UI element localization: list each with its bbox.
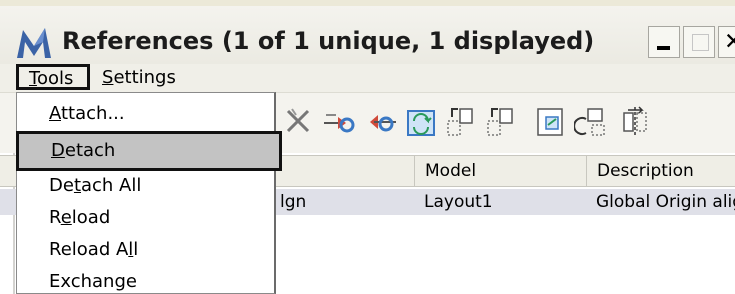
- menu-item-detach-all[interactable]: Detach All: [17, 169, 275, 203]
- menu-item-exchange[interactable]: Exchange: [17, 265, 275, 294]
- menu-item-attach-mnemonic: A: [49, 103, 61, 124]
- copy-reference-icon[interactable]: [484, 105, 518, 139]
- menu-item-attach[interactable]: Attach...: [17, 97, 275, 131]
- menu-item-reload-mnemonic: e: [60, 207, 72, 228]
- menu-item-detach-all-label: ach All: [81, 175, 142, 196]
- minimize-button[interactable]: [648, 26, 680, 58]
- menu-item-reload[interactable]: Reload: [17, 201, 275, 235]
- menu-settings-label: ettings: [113, 67, 176, 88]
- detach-x-icon[interactable]: [282, 105, 316, 139]
- menu-item-reload-all-pre: Reload A: [49, 239, 129, 260]
- menu-item-reload-pre: R: [49, 207, 61, 228]
- minimize-icon: [657, 46, 670, 50]
- menu-tools-mnemonic: T: [29, 68, 37, 89]
- cell-file-name: lgn: [280, 192, 307, 212]
- maximize-icon: [692, 34, 709, 51]
- mirror-reference-icon[interactable]: [618, 105, 652, 139]
- menu-tools[interactable]: Tools: [16, 64, 90, 90]
- column-header-model[interactable]: Model: [414, 156, 586, 186]
- eye-link-icon[interactable]: [322, 105, 356, 139]
- move-reference-icon[interactable]: [444, 105, 478, 139]
- column-header-description[interactable]: Description: [586, 156, 735, 186]
- cell-model: Layout1: [424, 192, 493, 212]
- menu-item-attach-label: ttach...: [61, 103, 125, 124]
- menu-tools-label: ools: [36, 68, 74, 89]
- menu-settings[interactable]: Settings: [102, 66, 176, 90]
- rotate-small-icon[interactable]: [574, 105, 608, 139]
- maximize-button[interactable]: [683, 26, 715, 58]
- menu-item-reload-all-label: l: [133, 239, 139, 260]
- menu-item-detach-label: etach: [64, 140, 116, 161]
- menu-item-detach-mnemonic: D: [51, 140, 65, 161]
- close-button[interactable]: ✕: [718, 26, 735, 58]
- eye-link-left-icon[interactable]: [364, 105, 398, 139]
- rotate-reference-icon[interactable]: [404, 105, 438, 139]
- menu-settings-mnemonic: S: [102, 67, 114, 88]
- title-bar[interactable]: References (1 of 1 unique, 1 displayed) …: [0, 6, 735, 64]
- microstation-app-icon: [17, 28, 51, 58]
- menu-bar: Tools Settings: [0, 64, 735, 93]
- menu-item-detach[interactable]: Detach: [16, 131, 282, 171]
- menu-item-exchange-label: Exchange: [49, 271, 137, 292]
- scale-reference-icon[interactable]: [534, 105, 568, 139]
- menu-item-detach-all-pre: De: [49, 175, 74, 196]
- references-window: References (1 of 1 unique, 1 displayed) …: [0, 0, 735, 294]
- menu-item-reload-label: load: [71, 207, 111, 228]
- tools-menu-dropdown: Attach... Detach Detach All Reload Reloa…: [16, 92, 282, 294]
- window-title: References (1 of 1 unique, 1 displayed): [62, 27, 595, 55]
- menu-item-reload-all[interactable]: Reload All: [17, 233, 275, 267]
- cell-description: Global Origin alig: [596, 192, 735, 212]
- menu-item-detach-all-mnemonic: t: [73, 175, 81, 196]
- close-icon: ✕: [724, 29, 735, 55]
